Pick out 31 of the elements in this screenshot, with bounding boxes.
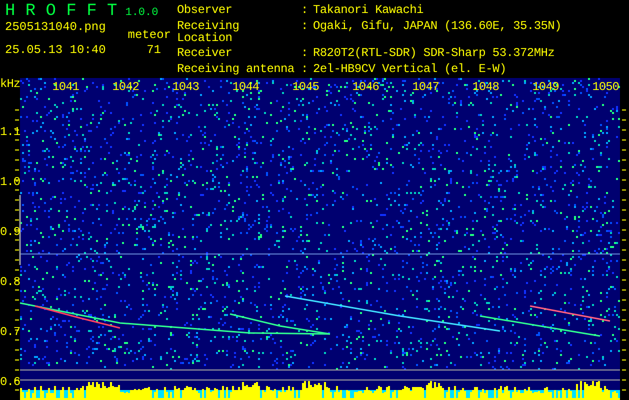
version-label: 1.0.0 xyxy=(125,7,158,19)
frequency-label: 0.7 xyxy=(0,325,20,339)
date-time: 25.05.13 10:40 xyxy=(5,44,106,57)
info-separator: : xyxy=(301,62,309,78)
meteor-count: 71 xyxy=(146,44,161,57)
info-value: 2el-HB9CV Vertical (el. E-W) xyxy=(313,62,508,78)
info-separator: : xyxy=(301,47,309,62)
time-label: 1046 xyxy=(352,80,379,94)
info-separator: : xyxy=(301,20,309,34)
time-label: 1045 xyxy=(292,80,319,94)
time-label: 1044 xyxy=(232,80,259,94)
app-title: H R O F F T xyxy=(5,2,118,21)
info-label: Receiving Location xyxy=(177,20,240,46)
time-label: 1043 xyxy=(172,80,199,94)
frequency-label: 0.8 xyxy=(0,275,20,289)
info-value: R820T2(RTL-SDR) SDR-Sharp 53.372MHz xyxy=(313,47,556,62)
info-label: Receiver xyxy=(177,47,234,62)
frequency-label: 1.0 xyxy=(0,175,20,189)
time-label: 1041 xyxy=(52,80,79,94)
frequency-label: 0.6 xyxy=(0,375,20,389)
time-label: 1050 xyxy=(592,80,619,94)
time-label: 1042 xyxy=(112,80,139,94)
info-separator: : xyxy=(301,4,309,19)
info-label: Receiving antenna xyxy=(177,62,296,78)
info-value: Takanori Kawachi xyxy=(313,4,424,19)
meteor-label: meteor xyxy=(128,29,171,42)
frequency-label: 1.1 xyxy=(0,125,20,139)
info-value: Ogaki, Gifu, JAPAN (136.60E, 35.35N) xyxy=(313,20,562,34)
info-label: Observer xyxy=(177,4,234,19)
axis-unit: kHz xyxy=(0,78,20,91)
file-name: 2505131040.png xyxy=(5,21,106,36)
